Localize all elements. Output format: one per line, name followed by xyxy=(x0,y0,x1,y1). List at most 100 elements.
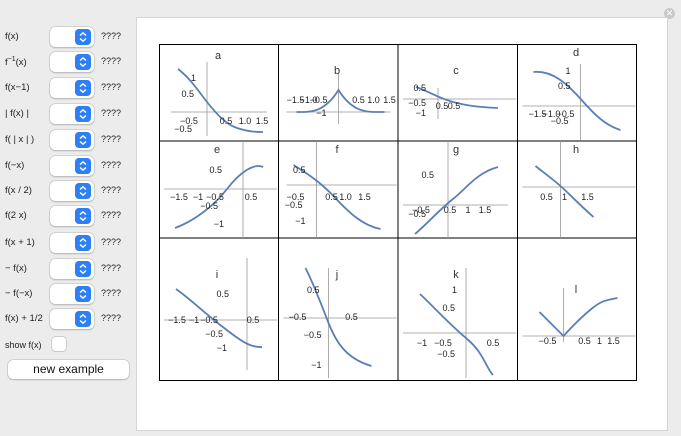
y-tick-label: 1 xyxy=(452,285,457,295)
x-tick-label: −0.5 xyxy=(200,315,218,325)
answer-status: ???? xyxy=(101,210,122,220)
y-tick-label: 1 xyxy=(191,73,196,83)
chevron-updown-icon xyxy=(75,183,91,199)
x-tick-label: 1.5 xyxy=(607,336,620,346)
x-tick-label: 0.5 xyxy=(245,192,258,202)
x-tick-label: 1.0 xyxy=(339,192,352,202)
letter-select[interactable] xyxy=(50,156,94,176)
letter-select[interactable] xyxy=(50,206,94,226)
fn-label: f(x / 2) xyxy=(5,185,32,196)
x-tick-label: 1 xyxy=(562,192,567,202)
show-fx-checkbox[interactable] xyxy=(52,337,66,351)
plot-cell-l: l −0.5 0.5 1 1.5 xyxy=(522,284,636,346)
letter-select[interactable] xyxy=(50,104,94,124)
y-tick-label: 0.5 xyxy=(307,285,320,295)
plot-letter: j xyxy=(335,269,338,281)
answer-status: ???? xyxy=(101,82,122,92)
y-tick-label: −0.5 xyxy=(200,201,218,211)
x-tick-label: 1.5 xyxy=(479,205,492,215)
chevron-updown-icon xyxy=(75,286,91,302)
answer-status: ???? xyxy=(101,134,122,144)
letter-select[interactable] xyxy=(50,130,94,150)
letter-select[interactable] xyxy=(50,78,94,98)
y-tick-label: −0.5 xyxy=(285,200,303,210)
y-tick-label: −0.5 xyxy=(205,329,223,339)
answer-status: ???? xyxy=(101,237,122,247)
answer-status: ???? xyxy=(101,160,122,170)
function-curve xyxy=(538,297,618,338)
x-tick-label: 0.5 xyxy=(325,192,338,202)
x-tick-label: 0.5 xyxy=(444,205,457,215)
x-tick-label: −1.5 xyxy=(168,315,186,325)
function-curve xyxy=(419,293,494,376)
chevron-updown-icon xyxy=(75,132,91,148)
y-tick-label: 0.5 xyxy=(442,303,455,313)
answer-status: ???? xyxy=(101,31,122,41)
letter-select[interactable] xyxy=(50,233,94,253)
x-tick-label: −1.5 xyxy=(170,192,188,202)
x-tick-label: 0.5 xyxy=(578,336,591,346)
plot-cell-i: i−1.5 −1 −0.5 0.50.5−0.5−1 xyxy=(164,258,277,370)
answer-status: ???? xyxy=(101,288,122,298)
y-tick-label: −0.5 xyxy=(174,124,192,134)
x-tick-label: 0.5 xyxy=(345,312,358,322)
plot-cell-a: a−0.5 0.5 1.0 1.510.5−0.5 xyxy=(171,50,268,136)
y-tick-label: −0.5 xyxy=(551,116,569,126)
x-tick-label: 1.5 xyxy=(256,116,269,126)
y-tick-label: −1 xyxy=(416,108,426,118)
y-tick-label: −0.5 xyxy=(437,349,455,359)
plot-cell-e: e−1.5 −1 −0.5 0.50.5−0.5−1 xyxy=(164,141,277,238)
x-tick-label: 1 xyxy=(465,205,470,215)
y-tick-label: −1 xyxy=(295,216,305,226)
y-tick-label: 0.5 xyxy=(293,165,306,175)
y-tick-label: −0.5 xyxy=(408,209,426,219)
fn-label: f−1(x) xyxy=(5,56,27,69)
x-tick-label: −0.5 xyxy=(310,95,328,105)
fn-label: f(x) + 1/2 xyxy=(5,313,43,324)
letter-select[interactable] xyxy=(50,181,94,201)
plot-letter: i xyxy=(216,269,218,281)
plot-letter: b xyxy=(334,65,340,77)
x-tick-label: 0.5 xyxy=(448,101,461,111)
plot-letter: k xyxy=(453,269,459,281)
fn-label: f(2 x) xyxy=(5,210,27,221)
chevron-updown-icon xyxy=(75,158,91,174)
plot-letter: g xyxy=(453,144,459,156)
plot-cell-f: f−0.5 0.5 1.0 1.50.5−0.5−1 xyxy=(285,141,397,238)
plot-letter: l xyxy=(575,284,577,296)
x-tick-label: −0.5 xyxy=(434,338,452,348)
fn-label: | f(x) | xyxy=(5,108,29,119)
letter-select[interactable] xyxy=(50,309,94,329)
y-tick-label: −0.5 xyxy=(304,330,322,340)
y-tick-label: 0.5 xyxy=(558,81,571,91)
answer-status: ???? xyxy=(101,313,122,323)
plot-cell-b: b−1.5−1.0−0.5 0.5 1.0 1.5−1 xyxy=(286,65,396,124)
x-tick-label: −0.5 xyxy=(289,312,307,322)
chevron-updown-icon xyxy=(75,29,91,45)
y-tick-label: 0.5 xyxy=(216,289,229,299)
plot-grid: a −0.5 0.5 1.0 1.5 1 0.5 −0.5 b −1.5 −1.0 −0.5 0.5 1.… xyxy=(159,44,637,386)
control-panel: f(x) ???? f−1(x) ???? f(x−1) ???? | f(x)… xyxy=(0,0,134,436)
function-curve xyxy=(304,267,372,367)
letter-select[interactable] xyxy=(50,284,94,304)
y-tick-label: −1 xyxy=(217,343,227,353)
y-tick-label: −1 xyxy=(214,219,224,229)
fn-label: − f(x) xyxy=(5,263,27,274)
x-tick-label: 0.5 xyxy=(436,101,449,111)
letter-select[interactable] xyxy=(50,259,94,279)
plot-letter: e xyxy=(214,144,220,156)
letter-select[interactable] xyxy=(50,27,94,47)
x-tick-label: 1.5 xyxy=(383,95,396,105)
x-tick-label: 1.5 xyxy=(358,192,371,202)
y-tick-label: 0.5 xyxy=(413,83,426,93)
new-example-button[interactable]: new example xyxy=(8,360,129,379)
x-tick-label: 1 xyxy=(597,336,602,346)
y-tick-label: 0.5 xyxy=(209,165,222,175)
chevron-updown-icon xyxy=(75,311,91,327)
answer-status: ???? xyxy=(101,263,122,273)
answer-status: ???? xyxy=(101,185,122,195)
x-tick-label: −1 xyxy=(417,338,427,348)
letter-select[interactable] xyxy=(50,52,94,72)
plot-letter: h xyxy=(573,144,579,156)
plot-cell-g: g−0.5 0.5 1 1.50.5−0.5 xyxy=(403,141,508,238)
